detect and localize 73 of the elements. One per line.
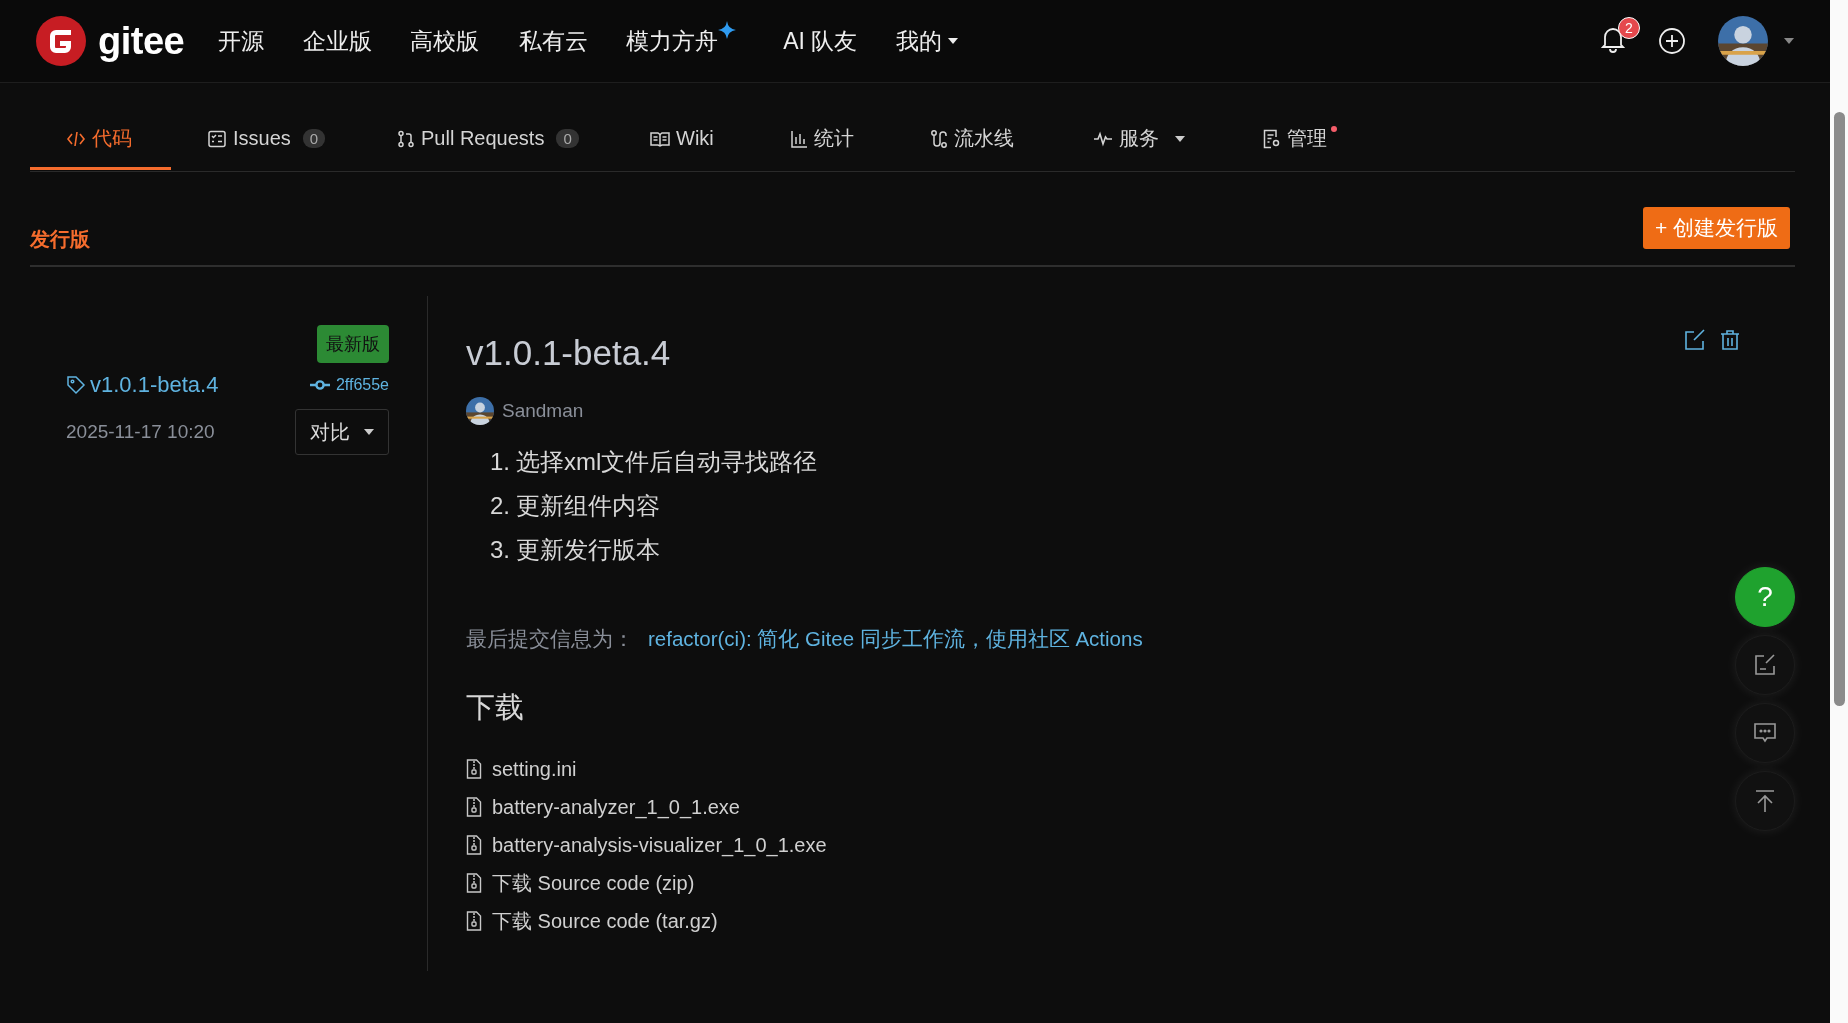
document-settings-icon	[1263, 128, 1281, 149]
list-number: 1.	[490, 448, 510, 476]
zip-file-icon	[466, 873, 482, 893]
logo-icon[interactable]	[36, 16, 86, 66]
feedback-icon	[1753, 653, 1777, 677]
checklist-icon	[207, 129, 227, 148]
scrollbar-thumb[interactable]	[1834, 112, 1845, 706]
nav-link[interactable]: 模力方舟	[626, 21, 737, 61]
list-number: 2.	[490, 492, 510, 520]
notification-badge: 2	[1618, 17, 1640, 39]
logo-text[interactable]: gitee	[98, 19, 185, 63]
pulse-icon	[1093, 130, 1113, 147]
downloads-heading: 下载	[466, 690, 525, 725]
commit-link[interactable]: 2ff655e	[335, 376, 389, 394]
book-icon	[650, 129, 670, 148]
tab[interactable]: 管理	[1227, 110, 1347, 170]
tab[interactable]: 服务	[1057, 110, 1227, 170]
release-note: 选择xml文件后自动寻找路径	[516, 447, 818, 477]
branch-merge-icon	[397, 129, 415, 148]
tab[interactable]: 代码	[30, 110, 171, 170]
nav-link[interactable]: 高校版	[410, 21, 480, 61]
commit-info-label: 最后提交信息为：	[466, 626, 634, 652]
pipeline-icon	[930, 128, 948, 149]
download-link[interactable]: setting.ini	[492, 757, 577, 781]
download-link[interactable]: 下载 Source code (zip)	[492, 869, 695, 897]
tag-link[interactable]: v1.0.1-beta.4	[90, 372, 219, 398]
caret-icon	[1175, 135, 1185, 142]
section-heading: 发行版	[30, 227, 90, 252]
edit-icon[interactable]	[1684, 329, 1706, 351]
release-note: 更新发行版本	[516, 535, 660, 565]
avatar[interactable]	[466, 397, 494, 425]
zip-file-icon	[466, 911, 482, 931]
release-note: 更新组件内容	[516, 491, 660, 521]
avatar[interactable]	[1718, 16, 1768, 66]
notification-dot	[1331, 126, 1337, 132]
compare-button[interactable]: 对比	[295, 409, 389, 455]
list-number: 3.	[490, 536, 510, 564]
zip-file-icon	[466, 835, 482, 855]
release-title: v1.0.1-beta.4	[466, 333, 671, 373]
code-icon	[66, 129, 86, 148]
commit-icon	[309, 379, 330, 391]
release-date: 2025-11-17 10:20	[66, 421, 216, 443]
download-link[interactable]: battery-analysis-visualizer_1_0_1.exe	[492, 833, 827, 857]
zip-file-icon	[466, 759, 482, 779]
author-name[interactable]: Sandman	[502, 400, 584, 422]
download-link[interactable]: battery-analyzer_1_0_1.exe	[492, 795, 740, 819]
bell-icon[interactable]	[1600, 25, 1626, 53]
download-link[interactable]: 下载 Source code (tar.gz)	[492, 907, 718, 935]
trash-icon[interactable]	[1720, 329, 1740, 351]
nav-link[interactable]: 开源	[218, 21, 265, 61]
caret-icon	[364, 429, 374, 435]
nav-link[interactable]: 企业版	[303, 21, 373, 61]
tab[interactable]: Wiki	[614, 110, 754, 170]
bar-chart-icon	[790, 129, 808, 148]
commit-message-link[interactable]: refactor(ci): 简化 Gitee 同步工作流，使用社区 Actions	[648, 625, 1143, 653]
caret-icon	[1784, 38, 1794, 44]
tab[interactable]: 流水线	[894, 110, 1057, 170]
zip-file-icon	[466, 797, 482, 817]
latest-badge: 最新版	[317, 325, 389, 363]
tab[interactable]: Issues 0	[171, 110, 361, 170]
tab[interactable]: Pull Requests 0	[361, 110, 614, 170]
nav-link[interactable]: 私有云	[519, 21, 589, 61]
tag-icon	[66, 375, 86, 395]
caret-icon	[948, 38, 959, 44]
back-to-top-icon	[1754, 789, 1776, 813]
count-badge: 0	[556, 129, 579, 148]
sparkle-icon	[718, 21, 737, 39]
nav-link[interactable]: AI 队友	[783, 21, 858, 61]
chat-icon	[1753, 722, 1777, 744]
add-icon[interactable]	[1658, 27, 1686, 55]
tab[interactable]: 统计	[754, 110, 894, 170]
count-badge: 0	[302, 129, 326, 148]
nav-link[interactable]: 我的	[896, 21, 959, 61]
